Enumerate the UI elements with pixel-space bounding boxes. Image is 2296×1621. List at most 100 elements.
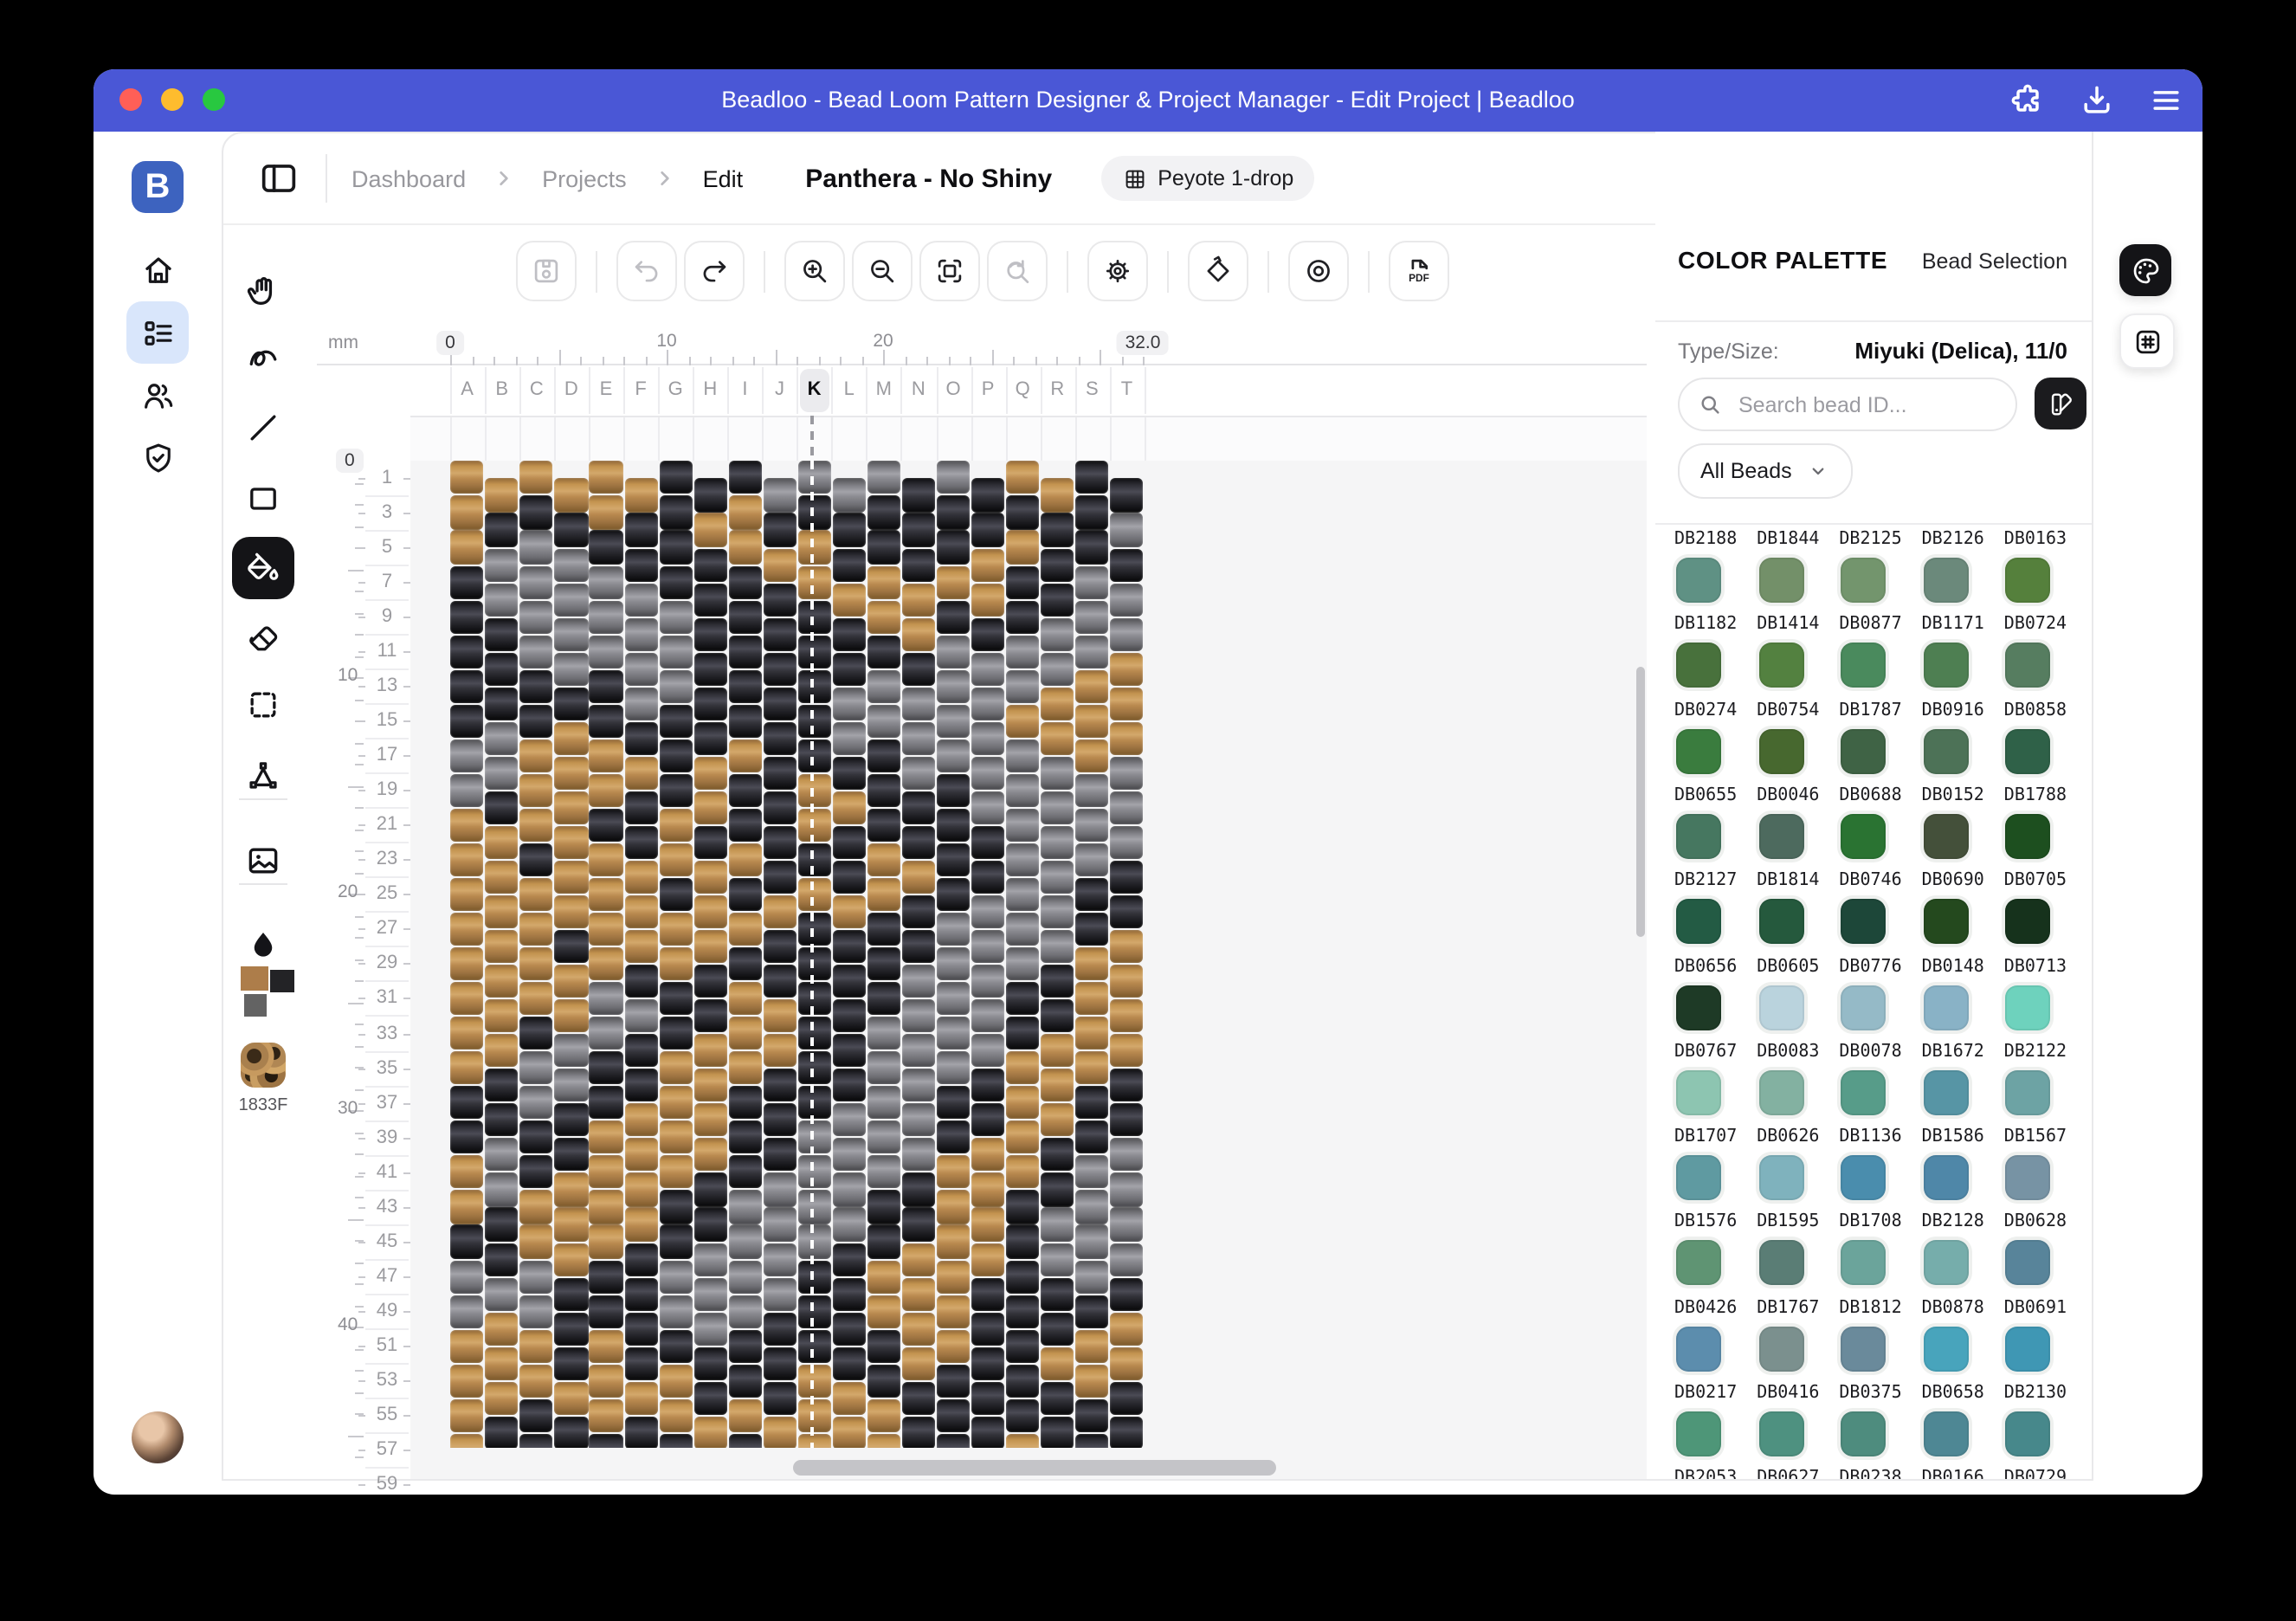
bead-swatch-DB0858[interactable] [2003,725,2054,777]
bead-swatch-DB1182[interactable] [1673,640,1725,692]
bead-cell[interactable] [833,1312,866,1345]
bead-cell[interactable] [624,1243,657,1275]
tool-vector[interactable] [242,757,284,798]
bead-cell[interactable] [451,1087,484,1120]
bead-swatch-DB0688[interactable] [1837,810,1889,862]
bead-cell[interactable] [798,1051,831,1084]
bead-cell[interactable] [1006,1295,1039,1327]
bead-cell[interactable] [693,826,726,859]
bead-cell[interactable] [659,600,692,633]
bead-cell[interactable] [728,1329,761,1362]
bead-cell[interactable] [1075,1121,1108,1154]
bead-cell[interactable] [728,1295,761,1327]
extensions-icon[interactable] [2009,81,2047,119]
bead-cell[interactable] [659,1329,692,1362]
bead-cell[interactable] [798,1329,831,1362]
bead-cell[interactable] [971,513,1004,546]
bead-cell[interactable] [451,1295,484,1327]
bead-cell[interactable] [693,757,726,790]
bead-swatch-DB1844[interactable] [1755,554,1807,606]
bead-cell[interactable] [1041,826,1074,859]
bead-cell[interactable] [659,843,692,876]
bead-cell[interactable] [798,982,831,1015]
bead-cell[interactable] [451,1398,484,1431]
bead-cell[interactable] [590,913,622,946]
bead-cell[interactable] [520,809,553,842]
bead-swatch-DB0746[interactable] [1837,895,1889,947]
bead-cell[interactable] [1006,635,1039,668]
bead-cell[interactable] [1006,774,1039,807]
bead-cell[interactable] [693,1069,726,1102]
bead-cell[interactable] [937,982,970,1015]
bead-cell[interactable] [451,1329,484,1362]
recent-color-brown[interactable] [241,966,268,991]
bead-cell[interactable] [937,635,970,668]
bead-cell[interactable] [555,583,588,616]
bead-cell[interactable] [763,861,796,894]
search-input[interactable] [1735,391,1984,418]
bead-cell[interactable] [763,930,796,963]
bead-swatch-DB0724[interactable] [2003,640,2054,692]
bead-cell[interactable] [867,843,900,876]
bead-cell[interactable] [451,1191,484,1224]
bead-swatch-DB1672[interactable] [1920,1067,1972,1119]
bead-cell[interactable] [1075,947,1108,980]
bead-cell[interactable] [937,1121,970,1154]
bead-cell[interactable] [693,1173,726,1206]
bead-cell[interactable] [659,669,692,702]
bead-cell[interactable] [624,999,657,1032]
bead-cell[interactable] [902,617,935,650]
tool-image[interactable] [242,840,284,882]
bead-cell[interactable] [624,687,657,720]
bead-cell[interactable] [937,1051,970,1084]
bead-cell[interactable] [486,479,519,512]
bead-cell[interactable] [486,861,519,894]
bead-cell[interactable] [451,843,484,876]
bead-filter-dropdown[interactable]: All Beads [1678,443,1853,499]
recent-bead-photo[interactable] [241,1043,286,1088]
bead-cell[interactable] [1041,479,1074,512]
bead-cell[interactable] [937,1434,970,1449]
bead-cell[interactable] [937,1329,970,1362]
bead-cell[interactable] [763,513,796,546]
bead-cell[interactable] [659,635,692,668]
sidebar-item-security[interactable] [126,426,189,488]
bead-cell[interactable] [590,1225,622,1258]
bead-swatch-DB0658[interactable] [1920,1408,1972,1460]
bead-cell[interactable] [867,1398,900,1431]
bead-cell[interactable] [520,600,553,633]
bead-cell[interactable] [1041,1417,1074,1449]
bead-cell[interactable] [590,1295,622,1327]
bead-cell[interactable] [590,739,622,772]
bead-cell[interactable] [451,913,484,946]
bead-cell[interactable] [1110,1208,1143,1241]
bead-cell[interactable] [1110,930,1143,963]
bead-cell[interactable] [624,513,657,546]
bead-cell[interactable] [1006,669,1039,702]
bead-cell[interactable] [833,965,866,998]
bead-cell[interactable] [1110,999,1143,1032]
bead-cell[interactable] [902,1104,935,1137]
bead-cell[interactable] [937,1260,970,1293]
bead-cell[interactable] [902,1417,935,1449]
bead-cell[interactable] [971,617,1004,650]
bead-cell[interactable] [971,1243,1004,1275]
bead-cell[interactable] [728,1017,761,1049]
pattern-canvas[interactable] [410,416,1647,1479]
bead-cell[interactable] [728,739,761,772]
bead-cell[interactable] [1075,1156,1108,1189]
bead-cell[interactable] [451,1051,484,1084]
bead-cell[interactable] [763,583,796,616]
bead-cell[interactable] [1075,1364,1108,1397]
bead-cell[interactable] [486,1104,519,1137]
bead-cell[interactable] [590,1364,622,1397]
bead-cell[interactable] [486,930,519,963]
bead-cell[interactable] [520,878,553,911]
bead-cell[interactable] [798,809,831,842]
bead-cell[interactable] [486,1312,519,1345]
bead-cell[interactable] [1110,479,1143,512]
bead-swatch-DB0626[interactable] [1755,1152,1807,1204]
bead-cell[interactable] [1075,1191,1108,1224]
bead-swatch-DB1812[interactable] [1837,1322,1889,1374]
bead-cell[interactable] [1075,878,1108,911]
